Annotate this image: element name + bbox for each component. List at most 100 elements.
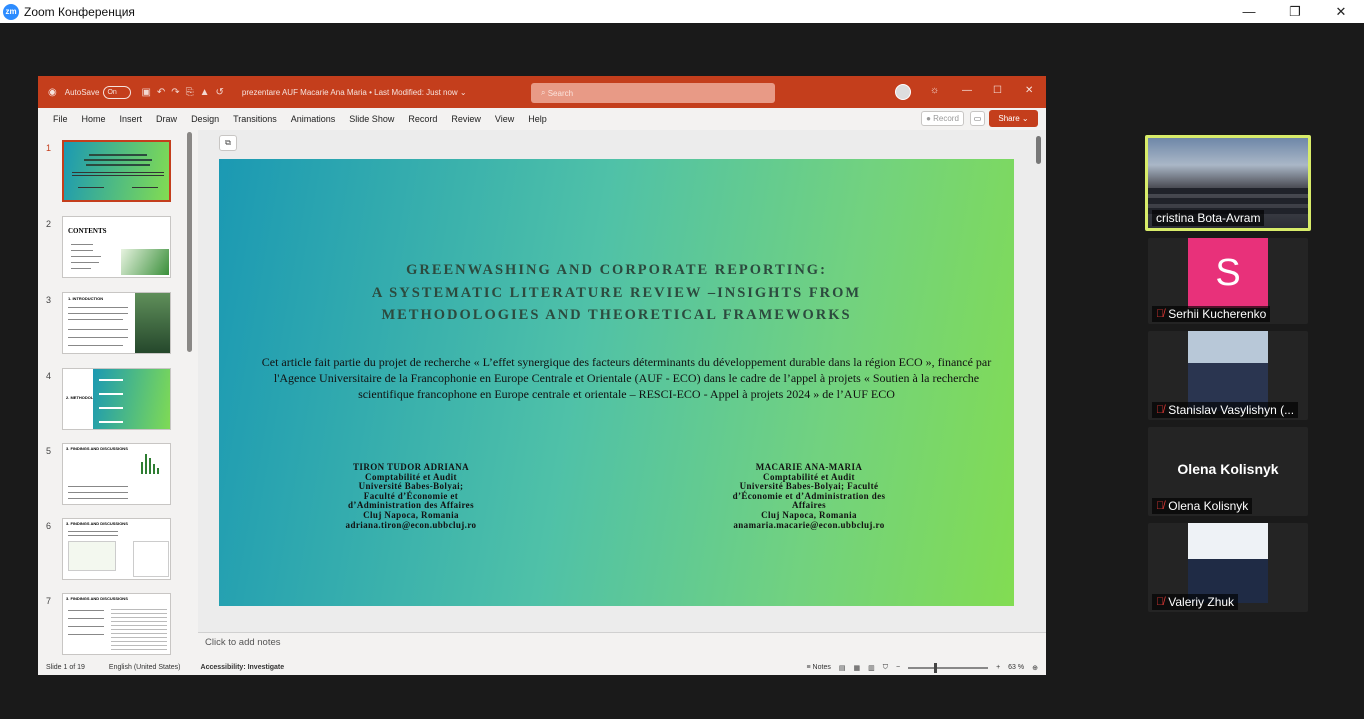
search-icon: ⌕ — [541, 88, 548, 97]
author-2-line: anamaria.macarie@econ.ubbcluj.ro — [733, 519, 885, 530]
zoom-level[interactable]: 63 % — [1008, 664, 1024, 671]
mic-muted-icon: 🎙̸ — [1156, 308, 1165, 320]
slide-thumbnails-pane: 1 2 CONTENTS 3 1. INTRODUCTION 4 2. METH… — [38, 130, 196, 660]
notes-pane[interactable]: Click to add notes — [198, 632, 1046, 660]
participant-photo — [1188, 331, 1268, 411]
share-label: Share ⌄ — [998, 114, 1029, 123]
tab-home[interactable]: Home — [75, 114, 113, 124]
document-name[interactable]: prezentare AUF Macarie Ana Maria • Last … — [242, 88, 467, 97]
participant-tile[interactable]: S 🎙̸ Serhii Kucherenko — [1148, 238, 1308, 324]
account-avatar[interactable] — [895, 84, 911, 100]
notes-toggle[interactable]: ≡ Notes — [807, 664, 831, 671]
thumbnail-label: 1. INTRODUCTION — [68, 296, 104, 301]
tab-insert[interactable]: Insert — [113, 114, 150, 124]
close-button[interactable]: ✕ — [1318, 0, 1364, 23]
language-status[interactable]: English (United States) — [109, 664, 181, 671]
participant-photo — [1188, 523, 1268, 603]
slide-editor: ⧉ GREENWASHING AND CORPORATE REPORTING: … — [198, 130, 1046, 632]
thumbnail-row[interactable]: 5 3. FINDINGS AND DISCUSSIONS — [38, 443, 188, 509]
participant-label: 🎙̸ Olena Kolisnyk — [1152, 498, 1253, 514]
zoom-out-icon[interactable]: − — [896, 664, 900, 671]
designer-icon[interactable]: ⧉ — [219, 135, 237, 151]
thumbnail-row[interactable]: 4 2. METHODOLOGY — [38, 368, 188, 434]
fit-slide-icon[interactable]: ⊕ — [1032, 664, 1038, 672]
zoom-in-icon[interactable]: + — [996, 664, 1000, 671]
slide-thumbnail[interactable]: CONTENTS — [62, 216, 171, 278]
autosave-toggle[interactable]: On — [103, 85, 132, 99]
slide-thumbnail[interactable]: 1. INTRODUCTION — [62, 292, 171, 354]
thumbnail-row[interactable]: 7 3. FINDINGS AND DISCUSSIONS — [38, 593, 188, 659]
comments-button[interactable]: ▭ — [970, 111, 985, 126]
tab-design[interactable]: Design — [184, 114, 226, 124]
notes-label: Notes — [812, 664, 831, 671]
slide-thumbnail[interactable] — [62, 140, 171, 202]
current-slide[interactable]: GREENWASHING AND CORPORATE REPORTING: A … — [219, 159, 1014, 606]
tab-slide-show[interactable]: Slide Show — [342, 114, 401, 124]
slide-thumbnail[interactable]: 2. METHODOLOGY — [62, 368, 171, 430]
slide-thumbnail[interactable]: 3. FINDINGS AND DISCUSSIONS — [62, 518, 171, 580]
participant-label: 🎙̸ Stanislav Vasylishyn (... — [1152, 402, 1299, 418]
lightbulb-icon[interactable]: ☼ — [930, 85, 939, 96]
participant-tile-active-speaker[interactable]: cristina Bota-Avram — [1145, 135, 1311, 231]
thumbnails-scrollbar[interactable] — [187, 132, 193, 658]
slide-thumbnail[interactable]: 3. FINDINGS AND DISCUSSIONS — [62, 593, 171, 655]
comment-icon: ▭ — [973, 114, 982, 123]
thumbnail-number: 4 — [46, 371, 52, 381]
participant-tile[interactable]: 🎙̸ Stanislav Vasylishyn (... — [1148, 331, 1308, 420]
restore-button[interactable]: ❐ — [1272, 0, 1318, 23]
thumbnail-row[interactable]: 6 3. FINDINGS AND DISCUSSIONS — [38, 518, 188, 584]
normal-view-icon[interactable]: ▤ — [839, 664, 846, 672]
slide-sorter-icon[interactable]: ▦ — [853, 664, 860, 672]
tab-file[interactable]: File — [38, 114, 75, 124]
ppt-minimize-icon[interactable]: — — [962, 85, 972, 96]
zoom-logo-icon: zm — [3, 3, 19, 20]
participant-label: 🎙̸ Serhii Kucherenko — [1152, 306, 1271, 322]
tab-draw[interactable]: Draw — [149, 114, 184, 124]
share-button[interactable]: Share ⌄ — [989, 110, 1038, 127]
tab-transitions[interactable]: Transitions — [226, 114, 284, 124]
editor-scroll-thumb[interactable] — [1036, 136, 1041, 164]
participant-avatar: S — [1188, 238, 1268, 308]
thumbnail-number: 5 — [46, 446, 52, 456]
search-input[interactable]: ⌕ Search — [531, 83, 775, 103]
ppt-maximize-icon[interactable]: ☐ — [993, 85, 1002, 96]
shared-screen-powerpoint: ◉ AutoSave On ▣↶↷⎘▲↺ prezentare AUF Maca… — [38, 76, 1046, 675]
participant-display-name: Olena Kolisnyk — [1177, 461, 1279, 477]
tab-help[interactable]: Help — [521, 114, 554, 124]
participant-label: 🎙̸ Valeriy Zhuk — [1152, 594, 1239, 610]
thumbnail-number: 1 — [46, 143, 52, 153]
thumbnail-label: 3. FINDINGS AND DISCUSSIONS — [66, 521, 128, 526]
ppt-titlebar: ◉ AutoSave On ▣↶↷⎘▲↺ prezentare AUF Maca… — [38, 76, 1046, 108]
thumbnail-row[interactable]: 2 CONTENTS — [38, 216, 188, 282]
author-1-line: adriana.tiron@econ.ubbcluj.ro — [345, 519, 477, 530]
tab-record[interactable]: Record — [401, 114, 444, 124]
slide-body-text: Cet article fait partie du projet de rec… — [261, 355, 992, 401]
accessibility-status[interactable]: Accessibility: Investigate — [201, 664, 285, 671]
editor-scrollbar[interactable] — [1034, 136, 1042, 618]
tab-animations[interactable]: Animations — [284, 114, 343, 124]
ppt-close-icon[interactable]: ✕ — [1025, 85, 1033, 96]
zoom-slider-thumb[interactable] — [934, 662, 938, 673]
slide-title: GREENWASHING AND CORPORATE REPORTING: A … — [371, 262, 862, 323]
window-title: Zoom Конференция — [24, 4, 135, 19]
participant-tile[interactable]: Olena Kolisnyk 🎙̸ Olena Kolisnyk — [1148, 427, 1308, 516]
status-bar: Slide 1 of 19 English (United States) Ac… — [38, 660, 1046, 675]
mic-muted-icon: 🎙̸ — [1156, 404, 1165, 416]
tab-review[interactable]: Review — [444, 114, 488, 124]
record-label: Record — [933, 114, 959, 123]
quick-access-icons[interactable]: ▣↶↷⎘▲↺ — [141, 87, 229, 98]
participant-tile[interactable]: 🎙̸ Valeriy Zhuk — [1148, 523, 1308, 612]
slideshow-icon[interactable]: ⛉ — [883, 664, 888, 672]
tab-view[interactable]: View — [488, 114, 521, 124]
slide-counter: Slide 1 of 19 — [46, 664, 85, 671]
minimize-button[interactable]: — — [1226, 0, 1272, 23]
thumbnail-row[interactable]: 3 1. INTRODUCTION — [38, 292, 188, 358]
thumbnails-scroll-thumb[interactable] — [187, 132, 192, 352]
reading-view-icon[interactable]: ▥ — [868, 664, 875, 672]
thumbnail-label: 3. FINDINGS AND DISCUSSIONS — [66, 596, 128, 601]
thumbnail-row[interactable]: 1 — [38, 140, 188, 206]
record-button[interactable]: ● Record — [921, 111, 964, 126]
slide-thumbnail[interactable]: 3. FINDINGS AND DISCUSSIONS — [62, 443, 171, 505]
zoom-slider[interactable] — [908, 662, 989, 673]
thumbnail-number: 3 — [46, 295, 52, 305]
